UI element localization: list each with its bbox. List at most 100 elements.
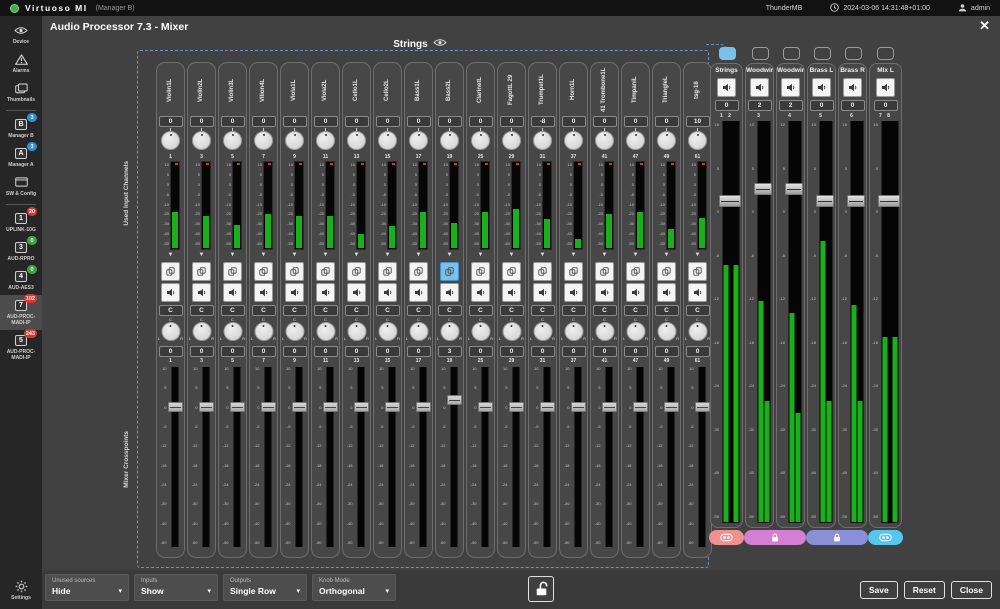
fader-handle[interactable] xyxy=(199,402,214,412)
gain-knob[interactable] xyxy=(440,128,459,153)
crosspoint-fader[interactable]: 1050-5-12-18-24-30-40-50 xyxy=(159,365,183,549)
fader-track[interactable] xyxy=(817,121,835,523)
pan-dial[interactable] xyxy=(533,322,552,341)
fader-track[interactable] xyxy=(602,365,617,549)
sync-button[interactable] xyxy=(471,262,490,281)
pan-knob[interactable]: C L R xyxy=(498,317,525,343)
sync-button[interactable] xyxy=(502,262,521,281)
gain-value[interactable]: 0 xyxy=(655,116,679,127)
fader-track[interactable] xyxy=(848,121,866,523)
output-fader[interactable]: 1050-5-12-18-24-30-40-50 xyxy=(711,121,742,527)
mute-button[interactable] xyxy=(502,283,521,302)
output-fader[interactable]: 1050-5-12-18-24-30-40-50 xyxy=(839,121,866,527)
pan-dial[interactable] xyxy=(378,322,397,341)
output-fader[interactable]: 1050-5-12-18-24-30-40-50 xyxy=(777,121,804,527)
crosspoint-gain-value[interactable]: 0 xyxy=(314,346,338,357)
fader-handle[interactable] xyxy=(323,402,338,412)
fader-track[interactable] xyxy=(633,365,648,549)
sidebar-item-aud-rpro[interactable]: 03 AUD-RPRO xyxy=(0,237,42,266)
mute-button[interactable] xyxy=(717,78,736,97)
crosspoint-gain-value[interactable]: 0 xyxy=(190,346,214,357)
fader-handle[interactable] xyxy=(602,402,617,412)
knob-dial[interactable] xyxy=(471,131,490,150)
sidebar-item-sw-config[interactable]: SW & Config xyxy=(0,172,42,201)
gain-value[interactable]: 0 xyxy=(221,116,245,127)
sync-button[interactable] xyxy=(285,262,304,281)
pan-dial[interactable] xyxy=(471,322,490,341)
gain-value[interactable]: 0 xyxy=(283,116,307,127)
knob-dial[interactable] xyxy=(192,131,211,150)
gain-knob[interactable] xyxy=(626,128,645,153)
pan-dial[interactable] xyxy=(564,322,583,341)
crosspoint-fader[interactable]: 1050-5-12-18-24-30-40-50 xyxy=(252,365,276,549)
knob-dial[interactable] xyxy=(285,131,304,150)
crosspoint-fader[interactable]: 1050-5-12-18-24-30-40-50 xyxy=(531,365,555,549)
chevron-down-icon[interactable]: ▼ xyxy=(447,252,453,260)
chevron-down-icon[interactable]: ▼ xyxy=(540,252,546,260)
gain-knob[interactable] xyxy=(502,128,521,153)
output-tab-mix-l-5[interactable] xyxy=(877,47,894,60)
pan-knob[interactable]: C L R xyxy=(560,317,587,343)
fader-track[interactable] xyxy=(540,365,555,549)
mute-button[interactable] xyxy=(750,78,769,97)
mute-button[interactable] xyxy=(285,283,304,302)
pan-knob[interactable]: C L R xyxy=(157,317,184,343)
visibility-icon[interactable] xyxy=(433,38,447,50)
output-group-lock-pill[interactable] xyxy=(806,530,868,545)
pan-knob[interactable]: C L R xyxy=(529,317,556,343)
crosspoint-fader[interactable]: 1050-5-12-18-24-30-40-50 xyxy=(500,365,524,549)
sync-button[interactable] xyxy=(161,262,180,281)
gain-knob[interactable] xyxy=(533,128,552,153)
mute-button[interactable] xyxy=(533,283,552,302)
mute-button[interactable] xyxy=(378,283,397,302)
output-gain-value[interactable]: 2 xyxy=(748,100,772,111)
gain-knob[interactable] xyxy=(409,128,428,153)
gain-value[interactable]: 0 xyxy=(314,116,338,127)
sync-button[interactable] xyxy=(688,262,707,281)
sidebar-item-aud-aes3[interactable]: 04 AUD-AES3 xyxy=(0,266,42,295)
chevron-down-icon[interactable]: ▼ xyxy=(478,252,484,260)
knob-dial[interactable] xyxy=(595,131,614,150)
mute-button[interactable] xyxy=(688,283,707,302)
crosspoint-gain-value[interactable]: 0 xyxy=(283,346,307,357)
knob-dial[interactable] xyxy=(347,131,366,150)
crosspoint-gain-value[interactable]: 0 xyxy=(252,346,276,357)
fader-track[interactable] xyxy=(292,365,307,549)
mute-button[interactable] xyxy=(812,78,831,97)
fader-track[interactable] xyxy=(168,365,183,549)
fader-handle[interactable] xyxy=(664,402,679,412)
fader-handle[interactable] xyxy=(816,195,834,207)
sync-button[interactable] xyxy=(564,262,583,281)
knob-dial[interactable] xyxy=(316,131,335,150)
gain-value[interactable]: 0 xyxy=(345,116,369,127)
pan-knob[interactable]: C L R xyxy=(653,317,680,343)
chevron-down-icon[interactable]: ▼ xyxy=(633,252,639,260)
crosspoint-fader[interactable]: 1050-5-12-18-24-30-40-50 xyxy=(407,365,431,549)
sidebar-item-settings[interactable]: Settings xyxy=(0,576,42,605)
pan-dial[interactable] xyxy=(595,322,614,341)
pan-knob[interactable]: C L R xyxy=(467,317,494,343)
crosspoint-gain-value[interactable]: 0 xyxy=(407,346,431,357)
chevron-down-icon[interactable]: ▼ xyxy=(292,252,298,260)
fader-track[interactable] xyxy=(571,365,586,549)
fader-handle[interactable] xyxy=(261,402,276,412)
mute-button[interactable] xyxy=(440,283,459,302)
output-fader[interactable]: 1050-5-12-18-24-30-40-50 xyxy=(746,121,773,527)
output-fader[interactable]: 1050-5-12-18-24-30-40-50 xyxy=(808,121,835,527)
sync-button[interactable] xyxy=(378,262,397,281)
pan-knob[interactable]: C L R xyxy=(281,317,308,343)
pan-dial[interactable] xyxy=(657,322,676,341)
fader-handle[interactable] xyxy=(540,402,555,412)
sync-button[interactable] xyxy=(533,262,552,281)
knob-dial[interactable] xyxy=(688,131,707,150)
sidebar-item-alarms[interactable]: Alarms xyxy=(0,49,42,78)
fader-track[interactable] xyxy=(416,365,431,549)
output-gain-value[interactable]: 2 xyxy=(779,100,803,111)
gain-knob[interactable] xyxy=(161,128,180,153)
pan-knob[interactable]: C L R xyxy=(250,317,277,343)
crosspoint-fader[interactable]: 1050-5-12-18-24-30-40-50 xyxy=(221,365,245,549)
crosspoint-fader[interactable]: 1050-5-12-18-24-30-40-50 xyxy=(190,365,214,549)
pan-knob[interactable]: C L R xyxy=(343,317,370,343)
sidebar-item-device[interactable]: Device xyxy=(0,20,42,49)
reset-button[interactable]: Reset xyxy=(904,581,945,599)
